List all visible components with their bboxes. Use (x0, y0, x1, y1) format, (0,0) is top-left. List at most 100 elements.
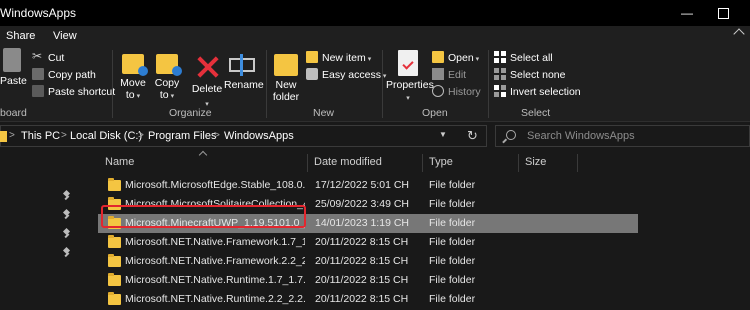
column-divider[interactable] (307, 154, 308, 172)
group-label-open: Open (422, 107, 448, 119)
pin-icon[interactable] (62, 191, 71, 200)
new-item-button[interactable]: New item ▾ (306, 50, 371, 66)
edit-button[interactable]: Edit (432, 67, 466, 83)
ribbon-divider (488, 50, 489, 118)
folder-icon (108, 235, 121, 248)
move-to-label: Move (120, 77, 146, 89)
cut-button[interactable]: Cut (32, 48, 65, 66)
column-divider[interactable] (518, 154, 519, 172)
breadcrumb-this-pc[interactable]: This PC (21, 130, 60, 142)
file-row[interactable]: Microsoft.NET.Native.Framework.2.2_2.2..… (98, 252, 638, 271)
file-list: Name Date modified Type Size Microsoft.M… (98, 150, 750, 310)
maximize-button[interactable] (708, 4, 738, 22)
paste-label: Paste (0, 75, 27, 87)
copy-to-button[interactable]: Copy to ▾ (152, 48, 182, 103)
highlight-annotation-box (101, 205, 306, 228)
pin-icon[interactable] (62, 210, 71, 219)
copy-to-label: Copy (154, 77, 180, 89)
folder-icon (0, 131, 7, 142)
breadcrumb-separator: > (61, 130, 67, 141)
properties-label: Properties (386, 79, 434, 91)
file-date: 25/09/2022 3:49 CH (315, 198, 409, 210)
breadcrumb-program-files[interactable]: Program Files (148, 130, 216, 142)
file-row[interactable]: Microsoft.MicrosoftEdge.Stable_108.0.14.… (98, 176, 638, 195)
file-type: File folder (429, 179, 476, 191)
paste-button[interactable]: Paste (0, 48, 27, 87)
file-row[interactable]: Microsoft.NET.Native.Runtime.1.7_1.7.25.… (98, 271, 638, 290)
copy-path-button[interactable]: Copy path (32, 67, 96, 83)
open-button[interactable]: Open ▾ (432, 50, 479, 66)
pin-icon[interactable] (62, 229, 71, 238)
new-item-icon (306, 51, 318, 63)
tab-view[interactable]: View (53, 30, 77, 42)
move-to-button[interactable]: Move to ▾ (118, 48, 148, 103)
folder-icon (108, 254, 121, 267)
file-type: File folder (429, 274, 476, 286)
column-header-size[interactable]: Size (525, 156, 546, 168)
delete-x-icon (196, 54, 218, 80)
file-date: 20/11/2022 8:15 CH (315, 255, 409, 267)
folder-icon (108, 273, 121, 286)
scissors-icon (32, 48, 44, 64)
ribbon-divider (112, 50, 113, 118)
group-label-select: Select (521, 107, 551, 119)
file-name: Microsoft.NET.Native.Framework.1.7_1.7..… (125, 236, 305, 248)
new-folder-button[interactable]: New folder (270, 50, 302, 103)
new-folder-icon (274, 54, 298, 76)
refresh-icon[interactable]: ↻ (467, 128, 478, 144)
select-all-icon (494, 51, 506, 63)
breadcrumb-separator: > (138, 130, 144, 141)
rename-button[interactable]: Rename (224, 50, 264, 91)
invert-selection-label: Invert selection (510, 86, 581, 98)
new-folder-label-2: folder (272, 91, 300, 103)
column-header-type[interactable]: Type (429, 156, 453, 168)
new-item-label: New item (322, 52, 366, 64)
breadcrumb-separator: > (214, 130, 220, 141)
search-box[interactable]: Search WindowsApps (495, 125, 750, 147)
title-bar: WindowsApps — (0, 0, 750, 26)
navigation-pane (0, 150, 86, 310)
cut-label: Cut (48, 52, 65, 64)
file-type: File folder (429, 217, 476, 229)
copy-to-label-2: to (159, 89, 169, 101)
copy-path-icon (32, 68, 44, 80)
select-none-button[interactable]: Select none (494, 67, 565, 83)
invert-selection-button[interactable]: Invert selection (494, 84, 581, 100)
breadcrumb-local-disk[interactable]: Local Disk (C:) (70, 130, 142, 142)
select-all-button[interactable]: Select all (494, 50, 553, 66)
history-button[interactable]: History (432, 84, 481, 100)
file-row[interactable]: Microsoft.NET.Native.Runtime.2.2_2.2.27.… (98, 290, 638, 309)
properties-button[interactable]: Properties ▾ (386, 50, 434, 105)
file-row[interactable]: Microsoft.NET.Native.Framework.1.7_1.7..… (98, 233, 638, 252)
invert-selection-icon (494, 85, 506, 97)
file-name: Microsoft.MicrosoftEdge.Stable_108.0.14.… (125, 179, 305, 191)
properties-checklist-icon (398, 50, 418, 76)
column-divider[interactable] (422, 154, 423, 172)
address-dropdown-icon[interactable]: ▼ (439, 130, 447, 139)
search-input[interactable]: Search WindowsApps (527, 130, 635, 142)
tab-share[interactable]: Share (6, 30, 35, 42)
column-header-name[interactable]: Name (105, 156, 134, 168)
folder-icon (108, 178, 121, 191)
open-label: Open (448, 52, 474, 64)
collapse-ribbon-icon[interactable] (733, 28, 745, 40)
rename-label: Rename (224, 79, 264, 91)
folder-icon (108, 292, 121, 305)
column-header-date[interactable]: Date modified (314, 156, 382, 168)
delete-button[interactable]: Delete ▾ (190, 54, 224, 111)
easy-access-button[interactable]: Easy access ▾ (306, 67, 386, 83)
column-divider[interactable] (577, 154, 578, 172)
delete-label: Delete (191, 83, 223, 95)
move-to-label-2: to (125, 89, 135, 101)
ribbon-divider (266, 50, 267, 118)
minimize-button[interactable]: — (672, 4, 702, 22)
paste-shortcut-button[interactable]: Paste shortcut (32, 84, 115, 100)
address-row: > This PC > Local Disk (C:) > Program Fi… (0, 123, 750, 149)
pin-icon[interactable] (62, 248, 71, 257)
address-bar[interactable]: > This PC > Local Disk (C:) > Program Fi… (0, 125, 487, 147)
select-all-label: Select all (510, 52, 553, 64)
file-date: 20/11/2022 8:15 CH (315, 236, 409, 248)
breadcrumb-windowsapps[interactable]: WindowsApps (224, 130, 294, 142)
new-folder-label: New (275, 79, 297, 91)
file-name: Microsoft.NET.Native.Runtime.2.2_2.2.27.… (125, 293, 305, 305)
